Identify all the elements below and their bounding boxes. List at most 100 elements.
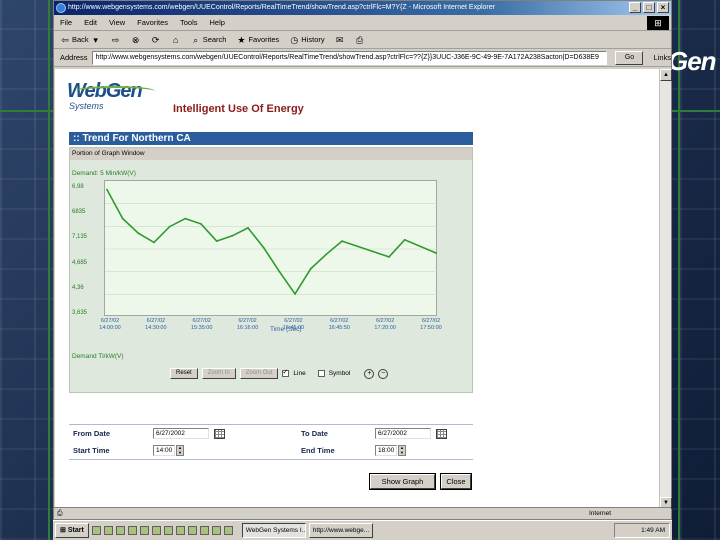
mail-icon[interactable]: ✉ <box>335 35 345 45</box>
address-input[interactable]: http://www.webgensystems.com/webgen/UUEC… <box>91 50 608 65</box>
browser-window: http://www.webgensystems.com/webgen/UUEC… <box>53 0 672 520</box>
data-point <box>247 226 249 229</box>
menu-help[interactable]: Help <box>210 18 225 27</box>
data-point <box>294 292 296 295</box>
search-icon: ⌕ <box>193 34 199 45</box>
slide-grid-line <box>48 0 50 540</box>
links-label[interactable]: Links <box>653 53 671 62</box>
quicklaunch-icon[interactable] <box>103 526 113 535</box>
quicklaunch-icon[interactable] <box>127 526 137 535</box>
quicklaunch-icon[interactable] <box>91 526 101 535</box>
start-button[interactable]: ⊞ Start <box>55 523 89 538</box>
close-button[interactable]: Close <box>440 473 472 490</box>
slide-grid-line <box>0 110 53 112</box>
start-time-spinner[interactable]: ▲ ▼ <box>176 445 184 456</box>
quicklaunch-icon[interactable] <box>223 526 233 535</box>
plot-area[interactable] <box>104 180 438 316</box>
close-window-button[interactable]: × <box>657 2 669 13</box>
to-date-input[interactable]: 6/27/2002 <box>375 428 431 439</box>
taskbar-task[interactable]: WebGen Systems I... <box>241 523 306 538</box>
print-icon[interactable]: ⎙ <box>355 35 365 45</box>
quicklaunch-icon[interactable] <box>163 526 173 535</box>
data-point <box>231 234 234 237</box>
demand-label: Demand Tl/kW(V) <box>72 353 124 360</box>
start-time-input[interactable]: 14:00 <box>153 445 175 456</box>
webgen-logo: WebGen Systems <box>67 81 157 115</box>
menu-view[interactable]: View <box>109 18 125 27</box>
data-point <box>419 245 422 248</box>
to-date-calendar-icon[interactable] <box>436 429 447 439</box>
end-time-spinner[interactable]: ▲ ▼ <box>398 445 406 456</box>
symbol-label: Symbol <box>328 370 351 377</box>
forward-button[interactable]: ⇨ <box>111 35 121 45</box>
y-tick-label: 6,98 <box>72 184 84 190</box>
data-point <box>153 241 155 244</box>
quicklaunch-icon[interactable] <box>211 526 221 535</box>
taskbar-task[interactable]: http://www.webge... <box>308 523 373 538</box>
history-label: History <box>301 35 325 44</box>
data-point <box>435 252 437 254</box>
data-point <box>215 240 218 242</box>
menu-edit[interactable]: Edit <box>84 18 97 27</box>
menu-tools[interactable]: Tools <box>180 18 198 27</box>
search-button[interactable]: ⌕ Search <box>191 34 227 45</box>
reset-button[interactable]: Reset <box>170 368 198 379</box>
data-point <box>200 223 202 225</box>
title-bar: http://www.webgensystems.com/webgen/UUEC… <box>54 1 671 15</box>
go-button[interactable]: Go <box>615 50 644 65</box>
y-tick-label: 6835 <box>72 209 86 216</box>
search-label: Search <box>202 35 227 44</box>
vertical-scrollbar[interactable]: ▲ ▼ <box>659 69 672 509</box>
home-icon[interactable]: ⌂ <box>171 35 181 45</box>
page-content: WebGen Systems Intelligent Use Of Energy… <box>55 69 660 509</box>
graph-controls: Reset Zoom In Zoom Out Line Symbol + − <box>170 368 389 379</box>
line-label: Line <box>293 370 306 377</box>
data-point <box>341 240 343 242</box>
back-button[interactable]: ⇦ Back ▾ <box>60 35 101 45</box>
quicklaunch-icon[interactable] <box>187 526 197 535</box>
scroll-up-icon[interactable]: ▲ <box>660 69 672 81</box>
slide-grid-line <box>672 110 720 112</box>
from-date-input[interactable]: 6/27/2002 <box>153 428 209 439</box>
taskbar: ⊞ Start WebGen Systems I... http://www.w… <box>53 520 672 540</box>
history-icon: ◷ <box>290 34 299 45</box>
menu-bar: File Edit View Favorites Tools Help ⊞ <box>54 15 671 31</box>
toolbar: ⇦ Back ▾ ⇨ ⊗ ⟳ ⌂ ⌕ Search ★ Favorites ◷ … <box>54 31 671 49</box>
menu-favorites[interactable]: Favorites <box>137 18 168 27</box>
quicklaunch-icon[interactable] <box>151 526 161 535</box>
minimize-button[interactable]: _ <box>629 2 641 13</box>
zoom-out-icon[interactable]: − <box>378 368 389 379</box>
favorites-button[interactable]: ★ Favorites <box>236 35 279 45</box>
data-point <box>137 232 140 235</box>
zoom-in-icon[interactable]: + <box>364 368 375 379</box>
data-point <box>262 246 265 249</box>
tagline: Intelligent Use Of Energy <box>173 103 304 115</box>
system-tray-clock: 1:49 AM <box>614 523 670 538</box>
maximize-button[interactable]: □ <box>643 2 655 13</box>
trend-title: :: Trend For Northern CA <box>69 132 473 145</box>
show-graph-button[interactable]: Show Graph <box>369 473 436 490</box>
quicklaunch-icon[interactable] <box>115 526 125 535</box>
line-checkbox[interactable] <box>282 368 290 377</box>
to-date-label: To Date <box>301 429 328 438</box>
page-icon: ⎙ <box>57 510 63 517</box>
ie-icon <box>56 3 66 13</box>
address-bar: Address http://www.webgensystems.com/web… <box>54 49 671 67</box>
menu-file[interactable]: File <box>60 18 72 27</box>
favorites-label: Favorites <box>248 35 280 44</box>
quicklaunch-icon[interactable] <box>139 526 149 535</box>
end-time-input[interactable]: 18:00 <box>375 445 397 456</box>
quicklaunch-icon[interactable] <box>175 526 185 535</box>
refresh-icon[interactable]: ⟳ <box>151 35 161 45</box>
history-button[interactable]: ◷ History <box>289 35 324 45</box>
stop-icon[interactable]: ⊗ <box>131 35 141 45</box>
zoom-in-button[interactable]: Zoom In <box>201 368 236 379</box>
zoom-out-button[interactable]: Zoom Out <box>239 368 279 379</box>
zone-label: Internet <box>589 510 612 517</box>
back-label: Back <box>72 35 89 44</box>
from-date-calendar-icon[interactable] <box>214 429 225 439</box>
symbol-checkbox[interactable] <box>317 370 325 377</box>
quicklaunch-icon[interactable] <box>199 526 209 535</box>
y-axis-label: Demand: 5 Min/kW(V) <box>72 170 136 177</box>
graph-panel: Portion of Graph Window Demand: 5 Min/kW… <box>69 147 473 393</box>
